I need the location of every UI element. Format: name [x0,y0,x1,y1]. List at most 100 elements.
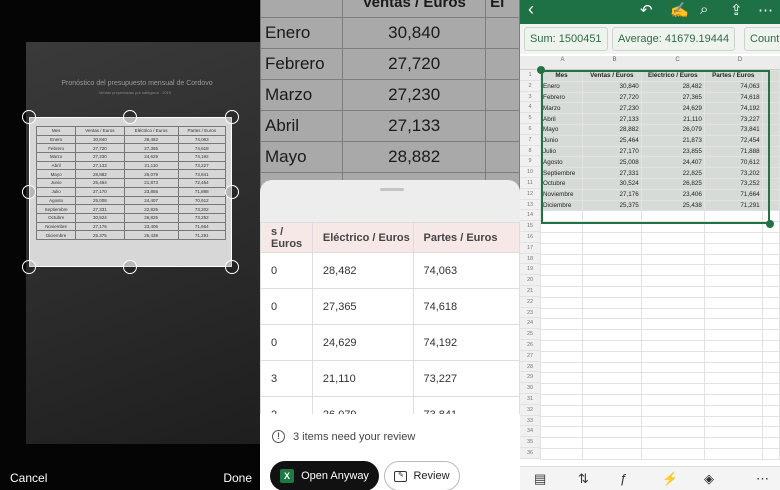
grid-cell[interactable] [540,242,583,255]
row-header[interactable]: 22 [520,296,540,308]
grid-cell[interactable] [540,285,583,298]
row-header[interactable]: 20 [520,275,540,286]
grid-cell[interactable] [540,404,583,417]
crop-handle-bottom-middle[interactable] [123,260,137,274]
crop-handle-middle-right[interactable] [225,185,239,199]
done-button[interactable]: Done [223,471,252,485]
grid-cell[interactable] [540,231,583,244]
grid-cell[interactable] [761,437,780,449]
row-header[interactable]: 19 [520,264,540,276]
grid-cell[interactable] [581,307,642,320]
row-header[interactable]: 12 [520,188,540,200]
grid-cell[interactable] [640,339,705,352]
cancel-button[interactable]: Cancel [10,471,47,485]
crop-handle-top-left[interactable] [22,110,36,124]
row-header[interactable]: 29 [520,372,540,384]
review-row[interactable]: 3 21,110 73,227 [260,360,520,397]
row-header[interactable]: 32 [520,404,540,416]
row-header[interactable]: 2 [520,80,540,92]
grid-cell[interactable] [640,253,705,266]
insert-function-icon[interactable]: ƒ [620,471,627,486]
grid-cell[interactable] [581,242,642,255]
average-chip[interactable]: Average: 41679.19444 [612,27,736,51]
row-header[interactable]: 25 [520,329,540,340]
crop-handle-top-middle[interactable] [123,110,137,124]
grid-cell[interactable] [540,296,583,309]
share-icon[interactable]: ⇪ [730,1,743,19]
grid-cell[interactable] [581,231,642,244]
row-header[interactable]: 18 [520,253,540,265]
column-header-c[interactable]: C [645,57,710,63]
row-header[interactable]: 28 [520,361,540,373]
grid-cell[interactable] [703,339,763,352]
column-header-b[interactable]: B [584,57,645,63]
row-header[interactable]: 33 [520,415,540,427]
grid-cell[interactable] [703,231,763,244]
grid-cell[interactable] [581,275,642,287]
grid-cell[interactable] [581,393,642,406]
grid-cell[interactable] [703,264,763,277]
column-header-a[interactable]: A [541,57,584,63]
grid-cell[interactable] [761,447,780,460]
grid-cell[interactable] [761,393,780,406]
grid-cell[interactable] [703,318,763,331]
sum-chip[interactable]: Sum: 1500451 [524,27,608,51]
grid-cell[interactable] [640,415,705,428]
grid-cell[interactable] [540,415,583,428]
grid-cell[interactable] [761,415,780,428]
row-header[interactable]: 24 [520,318,540,330]
row-header[interactable]: 9 [520,156,540,168]
column-header-d[interactable]: D [710,57,770,63]
sort-filter-icon[interactable]: ⇅ [578,471,589,487]
row-header[interactable]: 31 [520,393,540,405]
grid-cell[interactable] [540,329,583,341]
grid-cell[interactable] [540,372,583,385]
grid-cell[interactable] [640,350,705,363]
grid-cell[interactable] [761,383,780,395]
search-icon[interactable]: ⌕ [700,1,708,18]
row-header[interactable]: 14 [520,210,540,222]
grid-cell[interactable] [703,350,763,363]
grid-cell[interactable] [761,285,780,298]
grid-cell[interactable] [761,426,780,439]
grid-cell[interactable] [703,307,763,320]
row-header[interactable]: 10 [520,167,540,178]
grid-cell[interactable] [640,437,705,449]
crop-handle-bottom-left[interactable] [22,260,36,274]
grid-cell[interactable] [761,404,780,417]
review-cell[interactable]: 0 [260,288,313,325]
fill-color-icon[interactable]: ◈ [704,471,714,487]
grid-cell[interactable] [540,437,583,449]
review-cell[interactable]: 74,192 [412,324,520,361]
grid-cell[interactable] [540,361,583,374]
undo-icon[interactable]: ↶ [640,1,653,19]
grid-cell[interactable] [761,339,780,352]
grid-cell[interactable] [761,361,780,374]
grid-cell[interactable] [581,426,642,439]
row-header[interactable]: 6 [520,123,540,135]
grid-cell[interactable] [640,372,705,385]
selection-handle-top-left[interactable] [537,66,545,74]
row-header[interactable]: 3 [520,91,540,103]
sheet-grabber[interactable] [380,188,404,191]
crop-region[interactable]: Mes Ventas / Euros Eléctrico / Euros Partes… [29,117,232,267]
review-cell[interactable]: 74,618 [412,288,520,325]
table-icon[interactable]: ▤ [534,471,546,487]
grid-cell[interactable] [640,361,705,374]
grid-cell[interactable] [703,285,763,298]
grid-cell[interactable] [581,404,642,417]
grid-cell[interactable] [703,372,763,385]
flash-fill-icon[interactable]: ⚡ [662,471,678,487]
review-cell[interactable]: 28,482 [311,252,414,289]
grid-cell[interactable] [640,231,705,244]
selection-handle-bottom-right[interactable] [766,220,774,228]
grid-cell[interactable] [761,350,780,363]
row-header[interactable]: 8 [520,145,540,157]
review-row[interactable]: 0 24,629 74,192 [260,324,520,361]
row-header[interactable]: 23 [520,307,540,319]
grid-cell[interactable] [761,329,780,341]
grid-cell[interactable] [703,447,763,460]
row-header[interactable]: 15 [520,221,540,232]
grid-cell[interactable] [540,383,583,395]
grid-cell[interactable] [581,253,642,266]
